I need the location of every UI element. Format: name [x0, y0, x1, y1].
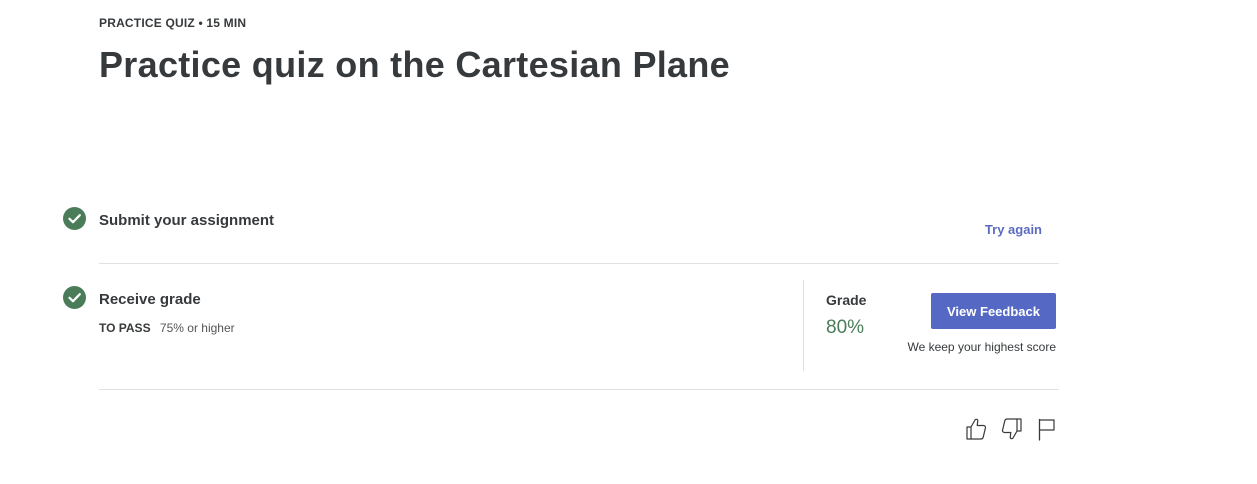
divider: [99, 389, 1059, 390]
flag-icon[interactable]: [1036, 416, 1060, 442]
grade-value: 80%: [826, 317, 865, 338]
step-submit-title: Submit your assignment: [99, 212, 275, 229]
step-receive-grade-title: Receive grade: [99, 291, 201, 308]
try-again-link[interactable]: Try again: [985, 222, 1042, 237]
thumbs-up-icon[interactable]: [964, 416, 988, 442]
highest-score-note: We keep your highest score: [907, 340, 1056, 354]
page-title: Practice quiz on the Cartesian Plane: [99, 44, 730, 85]
grade-label: Grade: [826, 292, 867, 308]
view-feedback-button[interactable]: View Feedback: [931, 293, 1056, 329]
check-circle-icon: [63, 286, 86, 309]
thumbs-down-icon[interactable]: [1000, 416, 1024, 442]
divider: [99, 263, 1059, 264]
pass-requirement: TO PASS 75% or higher: [99, 321, 235, 335]
pass-value: 75% or higher: [159, 321, 235, 335]
check-circle-icon: [63, 207, 86, 230]
vertical-separator: [803, 280, 804, 371]
item-type-eyebrow: PRACTICE QUIZ • 15 MIN: [99, 16, 247, 30]
pass-label: TO PASS: [99, 321, 151, 335]
